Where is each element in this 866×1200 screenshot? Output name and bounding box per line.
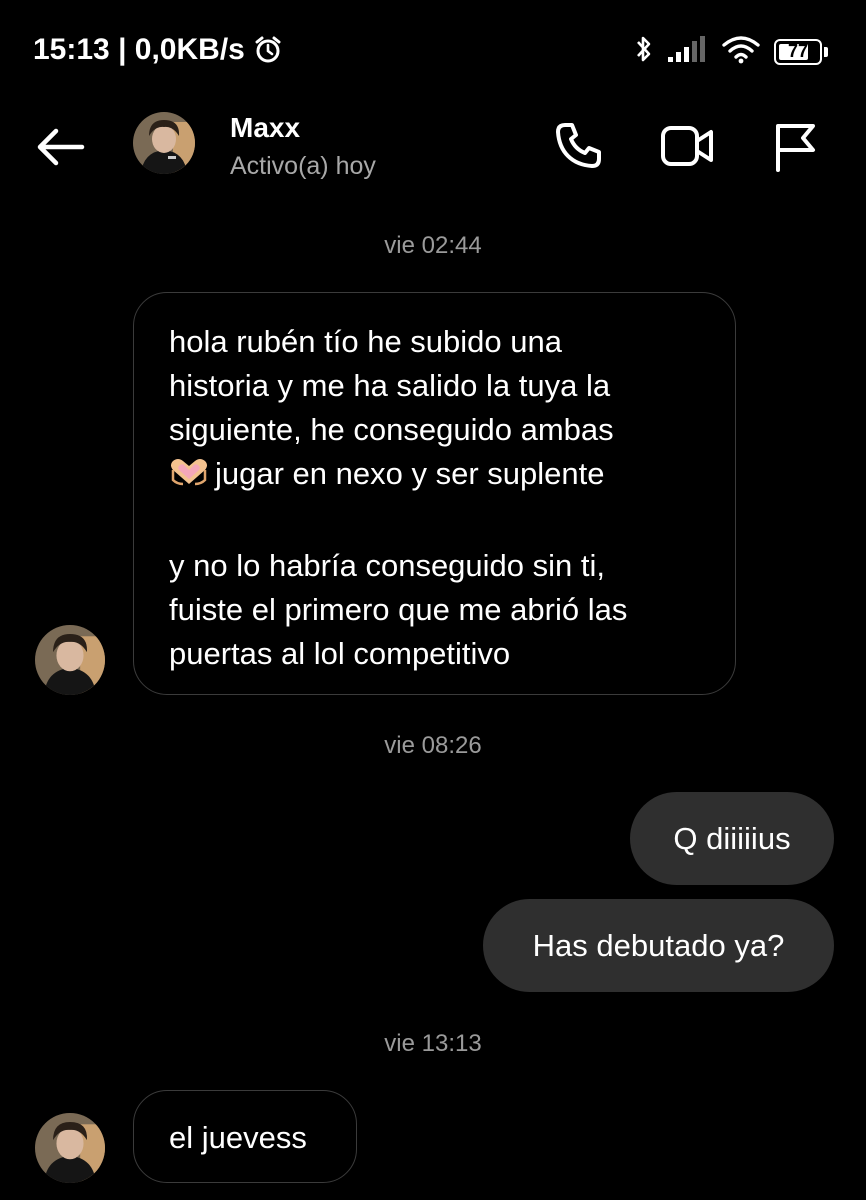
outgoing-message-bubble[interactable]: Has debutado ya? [483, 899, 834, 992]
message-line: y no lo habría conseguido sin ti, [169, 548, 605, 583]
report-button[interactable] [764, 118, 824, 174]
phone-icon [556, 123, 601, 168]
timestamp: vie 02:44 [384, 232, 482, 259]
video-camera-icon [661, 126, 713, 166]
contact-avatar[interactable] [133, 112, 195, 174]
message-line: puertas al lol competitivo [169, 636, 511, 671]
timestamp: vie 08:26 [384, 732, 482, 759]
back-arrow-icon [37, 128, 85, 166]
status-time-speed: 15:13 | 0,0KB/s [33, 33, 245, 66]
status-bar: 15:13 | 0,0KB/s 77 [0, 0, 866, 100]
message-text: Q diiiiius [673, 820, 791, 856]
message-line: historia y me ha salido la tuya la [169, 368, 611, 403]
outgoing-message-bubble[interactable]: Q diiiiius [630, 792, 834, 885]
call-button[interactable] [548, 118, 608, 174]
message-line-with-emoji: jugar en nexo y ser suplente [169, 452, 735, 500]
wifi-icon [722, 34, 760, 69]
incoming-message-bubble[interactable]: el juevess [133, 1090, 357, 1183]
avatar-image [35, 625, 105, 695]
alarm-icon [253, 35, 283, 65]
sender-avatar[interactable] [35, 1113, 105, 1183]
message-text: Has debutado ya? [532, 927, 785, 963]
message-line: siguiente, he conseguido ambas [169, 412, 614, 447]
battery-icon: 77 [774, 38, 828, 65]
message-text: el juevess [169, 1120, 307, 1155]
timestamp: vie 13:13 [384, 1030, 482, 1057]
sender-avatar[interactable] [35, 625, 105, 695]
flag-icon [776, 124, 815, 172]
contact-name[interactable]: Maxx [230, 112, 300, 144]
back-button[interactable] [30, 122, 90, 172]
signal-icon [668, 35, 708, 68]
video-call-button[interactable] [658, 118, 718, 174]
chat-header: Maxx Activo(a) hoy [0, 100, 866, 200]
contact-status: Activo(a) hoy [230, 152, 376, 180]
heart-hands-emoji [169, 456, 209, 500]
message-line: fuiste el primero que me abrió las [169, 592, 628, 627]
battery-level: 77 [787, 41, 809, 61]
avatar-image [35, 1113, 105, 1183]
incoming-message-bubble[interactable]: hola rubén tío he subido una historia y … [133, 292, 736, 695]
message-line: hola rubén tío he subido una [169, 324, 562, 359]
avatar-image [133, 112, 195, 174]
bluetooth-icon [634, 34, 654, 69]
